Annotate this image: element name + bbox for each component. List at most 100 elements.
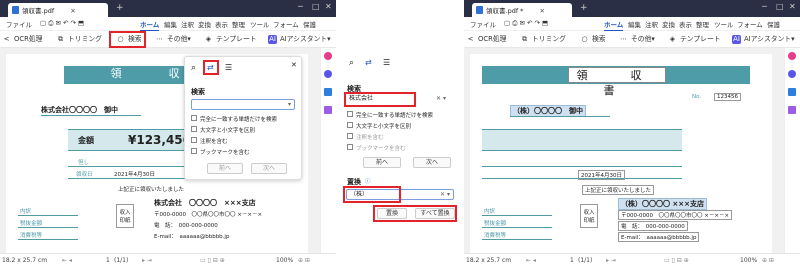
- replace-input-highlight: [343, 186, 401, 203]
- minimize-icon[interactable]: ─: [762, 2, 767, 11]
- sidebar-chat-icon[interactable]: [788, 70, 796, 78]
- option-case-checkbox[interactable]: [191, 126, 197, 132]
- option-annotations-checkbox[interactable]: [191, 137, 197, 143]
- view-mode-icons[interactable]: ▭ ▯ ⊟ ⊕: [200, 257, 225, 264]
- menu-annotate[interactable]: 注釈: [181, 19, 194, 29]
- amount-row: 金額 ¥123,456: [68, 129, 192, 151]
- sidebar-check-icon[interactable]: [788, 106, 796, 114]
- menu-file[interactable]: ファイル: [6, 19, 32, 29]
- page-number[interactable]: 1: [106, 257, 110, 264]
- ai-assistant-button[interactable]: AI AIアシスタント▾: [732, 33, 795, 46]
- document-tab[interactable]: 領収書.pdf * ✕: [472, 3, 572, 17]
- option-whole-word-checkbox[interactable]: [191, 115, 197, 121]
- close-window-icon[interactable]: ✕: [325, 2, 332, 11]
- zoom-icons[interactable]: ⊕ ⊞: [298, 257, 310, 264]
- search-tab-icon[interactable]: ⌕: [191, 63, 196, 73]
- zoom-icons[interactable]: ⊕ ⊞: [762, 257, 774, 264]
- menu-annotate[interactable]: 注釈: [645, 19, 658, 29]
- page-nav-next-icons[interactable]: ▸ ⇥: [142, 257, 152, 264]
- zoom-level[interactable]: 100%: [740, 257, 757, 264]
- minimize-icon[interactable]: ─: [298, 2, 303, 11]
- advanced-search-icon[interactable]: ☰: [383, 58, 390, 67]
- new-tab-icon[interactable]: +: [580, 3, 588, 13]
- menu-view[interactable]: 表示: [679, 19, 692, 29]
- sidebar-doc-icon[interactable]: [324, 88, 332, 96]
- view-mode-icons[interactable]: ▭ ▯ ⊟ ⊕: [664, 257, 689, 264]
- close-popup-icon[interactable]: ✕: [291, 61, 297, 69]
- sidebar-chat-icon[interactable]: [324, 70, 332, 78]
- menu-convert[interactable]: 変換: [662, 19, 675, 29]
- replace-tab-highlight: [203, 60, 219, 75]
- menu-view[interactable]: 表示: [215, 19, 228, 29]
- quick-access-icons[interactable]: ▢ ⎙ ✉ ↶ ↷ ⬒: [40, 19, 84, 28]
- search-input[interactable]: ▾: [191, 99, 295, 110]
- sidebar-ai-icon[interactable]: [788, 52, 796, 60]
- menu-file[interactable]: ファイル: [470, 19, 496, 29]
- maximize-icon[interactable]: □: [776, 2, 784, 11]
- menu-protect[interactable]: 保護: [767, 19, 780, 29]
- other-button[interactable]: ⋯ その他▾: [155, 33, 191, 46]
- sidebar-doc-icon[interactable]: [788, 88, 796, 96]
- menu-protect[interactable]: 保護: [303, 19, 316, 29]
- divider: [482, 215, 552, 216]
- quick-access-icons[interactable]: ▢ ⎙ ✉ ↶ ↷ ⬒: [504, 19, 548, 28]
- next-button[interactable]: 次へ: [251, 163, 287, 174]
- ocr-button[interactable]: < OCR処理: [2, 33, 43, 46]
- title-bar: 領収書.pdf * ✕ + ─ □ ✕: [464, 0, 800, 17]
- breakdown-1: 内訳: [484, 209, 496, 215]
- receipt-title-banner: 領 収 書: [482, 66, 750, 97]
- trim-button[interactable]: ⧉ トリミング: [520, 33, 566, 46]
- amount-value: ¥123,456: [128, 133, 192, 147]
- page-number[interactable]: 1: [570, 257, 574, 264]
- menu-tools[interactable]: ツール: [250, 19, 270, 29]
- option-annotations-checkbox[interactable]: [347, 133, 353, 139]
- option-case-checkbox[interactable]: [347, 122, 353, 128]
- template-button[interactable]: ◈ テンプレート: [204, 33, 257, 46]
- menu-organize[interactable]: 整理: [232, 19, 245, 29]
- page-nav-icons[interactable]: ⇤ ◂: [526, 257, 536, 264]
- trim-button[interactable]: ⧉ トリミング: [56, 33, 102, 46]
- right-sidebar: [784, 48, 798, 253]
- option-whole-word-checkbox[interactable]: [347, 111, 353, 117]
- menu-form[interactable]: フォーム: [737, 19, 763, 29]
- menu-tools[interactable]: ツール: [714, 19, 734, 29]
- ai-assistant-button[interactable]: AI AIアシスタント▾: [268, 33, 331, 46]
- prev-button[interactable]: 前へ: [363, 157, 401, 168]
- close-tab-icon[interactable]: ✕: [70, 7, 75, 15]
- search-button[interactable]: ○ 検索: [580, 33, 605, 46]
- other-button[interactable]: ⋯ その他▾: [619, 33, 655, 46]
- menu-form[interactable]: フォーム: [273, 19, 299, 29]
- page-nav-icons[interactable]: ⇤ ◂: [62, 257, 72, 264]
- panel-middle: ⌕ ⇄ ☰ 検索 株式会社 ✕ ▾ 完全に一致する単語だけを検索 大文字と小文字を…: [343, 0, 459, 268]
- receipt-date: 2021年4月30日: [578, 170, 625, 180]
- zoom-level[interactable]: 100%: [276, 257, 293, 264]
- menu-edit[interactable]: 編集: [164, 19, 177, 29]
- ocr-button[interactable]: < OCR処理: [466, 33, 507, 46]
- sidebar-ai-icon[interactable]: [324, 52, 332, 60]
- close-window-icon[interactable]: ✕: [789, 2, 796, 11]
- menu-edit[interactable]: 編集: [628, 19, 641, 29]
- template-button[interactable]: ◈ テンプレート: [668, 33, 721, 46]
- email: E-mail： aaaaaa@bbbbb.jp: [154, 234, 230, 240]
- document-tab[interactable]: 領収書.pdf ✕: [8, 3, 108, 17]
- receipt-date: 2021年4月30日: [114, 172, 155, 178]
- divider: [482, 166, 682, 167]
- page-nav-next-icons[interactable]: ▸ ⇥: [606, 257, 616, 264]
- tab-title: 領収書.pdf *: [486, 7, 524, 15]
- option-bookmarks-checkbox[interactable]: [191, 148, 197, 154]
- menu-convert[interactable]: 変換: [198, 19, 211, 29]
- option-annotations-label: 注釈を含む: [200, 139, 228, 145]
- maximize-icon[interactable]: □: [312, 2, 320, 11]
- template-icon: ◈: [205, 35, 212, 43]
- prev-button[interactable]: 前へ: [207, 163, 243, 174]
- menu-organize[interactable]: 整理: [696, 19, 709, 29]
- sidebar-check-icon[interactable]: [324, 106, 332, 114]
- new-tab-icon[interactable]: +: [116, 3, 124, 13]
- panel-right: 領収書.pdf * ✕ + ─ □ ✕ ファイル ▢ ⎙ ✉ ↶ ↷ ⬒ ホーム…: [464, 0, 800, 268]
- replace-tab-icon[interactable]: ⇄: [365, 58, 372, 67]
- advanced-search-icon[interactable]: ☰: [225, 63, 232, 72]
- option-bookmarks-checkbox[interactable]: [347, 144, 353, 150]
- close-tab-icon[interactable]: ✕: [540, 7, 545, 15]
- search-tab-icon[interactable]: ⌕: [349, 58, 354, 68]
- next-button[interactable]: 次へ: [413, 157, 451, 168]
